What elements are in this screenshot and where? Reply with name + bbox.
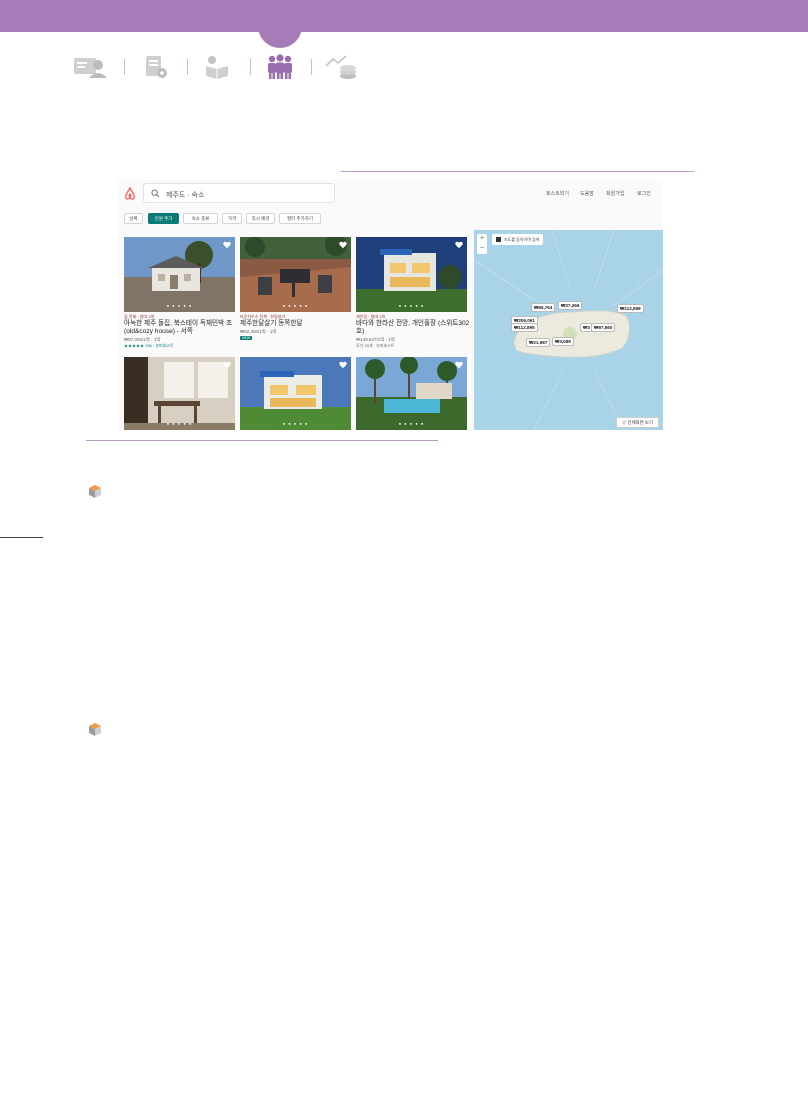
listing-title[interactable]: 아늑한 제주 돌집, 북스테이 독채민박 조(old&cozy house) -…	[124, 320, 242, 336]
new-badge: NEW	[240, 336, 253, 340]
photo-carousel-dots[interactable]: ● ● ● ● ●	[124, 303, 235, 308]
search-bar[interactable]: 제주도 · 숙소	[143, 183, 335, 203]
favorite-heart-icon[interactable]	[339, 361, 347, 369]
chart-coins-icon[interactable]	[324, 54, 360, 80]
favorite-heart-icon[interactable]	[339, 241, 347, 249]
group-people-icon[interactable]	[264, 54, 296, 80]
listing-rating: 후기 29개 · 슈퍼호스트	[356, 343, 395, 348]
stone-house-photo	[124, 237, 235, 312]
person-card-icon[interactable]	[72, 54, 108, 80]
map-panel[interactable]: + − 지도를 움직이며 검색 ₩65,764 ₩37,266 ₩112,898…	[474, 230, 663, 430]
caption-rule-top	[341, 171, 694, 172]
dining-room-photo	[124, 357, 235, 430]
price-pin[interactable]: ₩97,560	[591, 323, 616, 332]
palm-pool-photo	[356, 357, 467, 430]
listing-price: ₩52,300/1박 · 1박	[240, 329, 277, 334]
price-pin[interactable]: ₩112,898	[617, 304, 644, 313]
patio-photo	[240, 237, 351, 312]
villa-garden-photo	[240, 357, 351, 430]
filter-price[interactable]: 가격	[222, 213, 242, 224]
jeju-island-map	[474, 230, 663, 430]
reading-book-icon[interactable]	[202, 54, 232, 80]
favorite-heart-icon[interactable]	[223, 361, 231, 369]
price-pin[interactable]: ₩37,266	[558, 301, 583, 310]
modern-villa-photo	[356, 237, 467, 312]
price-pin[interactable]: ₩21,987	[526, 338, 551, 347]
listing-photo[interactable]: ● ● ● ● ●	[356, 237, 467, 312]
filter-instant[interactable]: 즉시 예약	[246, 213, 275, 224]
nav-separator	[187, 59, 188, 75]
nav-separator	[250, 59, 251, 75]
photo-carousel-dots[interactable]: ● ● ● ● ●	[356, 303, 467, 308]
favorite-heart-icon[interactable]	[455, 361, 463, 369]
zoom-out-button[interactable]: −	[477, 244, 487, 254]
listing-photo[interactable]: ● ● ● ● ●	[356, 357, 467, 430]
nav-separator	[311, 59, 312, 75]
cube-bullet-icon	[89, 485, 101, 498]
listing-photo[interactable]: ● ● ● ● ●	[240, 237, 351, 312]
caption-rule-bottom	[86, 440, 438, 441]
help-link[interactable]: 도움말	[580, 190, 594, 197]
lodging-search-screenshot: 제주도 · 숙소 호스트되기 도움말 회원가입 로그인 날짜 인원 추가 숙소 …	[118, 180, 663, 430]
host-link[interactable]: 호스트되기	[546, 190, 569, 197]
photo-carousel-dots[interactable]: ● ● ● ● ●	[124, 421, 235, 426]
zoom-control[interactable]: + −	[477, 234, 487, 254]
document-pen-icon[interactable]	[142, 54, 170, 80]
filter-type[interactable]: 숙소 종류	[183, 213, 218, 224]
checkbox-checked-icon[interactable]	[496, 237, 501, 243]
active-tab-marker	[258, 14, 302, 48]
fullscreen-map-button[interactable]: ☆ 전체화면 보기	[615, 417, 659, 428]
listing-photo[interactable]: ● ● ● ● ●	[240, 357, 351, 430]
photo-carousel-dots[interactable]: ● ● ● ● ●	[240, 421, 351, 426]
filter-guests[interactable]: 인원 추가	[148, 213, 179, 224]
cube-bullet-icon	[89, 723, 101, 736]
filter-date[interactable]: 날짜	[124, 213, 143, 224]
photo-carousel-dots[interactable]: ● ● ● ● ●	[240, 303, 351, 308]
airbnb-logo-icon	[125, 187, 135, 200]
search-as-move-toggle[interactable]: 지도를 움직이며 검색	[492, 234, 544, 245]
favorite-heart-icon[interactable]	[455, 241, 463, 249]
nav-separator	[124, 59, 125, 75]
signup-link[interactable]: 회원가입	[606, 190, 624, 197]
zoom-in-button[interactable]: +	[477, 234, 487, 244]
search-as-move-label: 지도를 움직이며 검색	[504, 237, 540, 242]
price-pin[interactable]: ₩3,089	[552, 337, 574, 346]
price-pin[interactable]: ₩65,764	[531, 303, 556, 312]
margin-rule	[0, 537, 43, 538]
listing-title[interactable]: 바다와 한라산 전망, 개인풀장 (스위트302호)	[356, 320, 474, 336]
search-input[interactable]: 제주도 · 숙소	[166, 190, 204, 200]
listing-rating: ★★★★★ 156 · 슈퍼호스트	[124, 343, 174, 348]
listing-title[interactable]: 제주한달살기 동쪽한달	[240, 320, 358, 328]
login-link[interactable]: 로그인	[637, 190, 651, 197]
listing-photo[interactable]: ● ● ● ● ●	[124, 357, 235, 430]
filter-more[interactable]: 필터 추가하기	[279, 213, 321, 224]
favorite-heart-icon[interactable]	[223, 241, 231, 249]
search-icon	[151, 189, 160, 198]
header-bar	[0, 0, 808, 32]
listing-photo[interactable]: ● ● ● ● ●	[124, 237, 235, 312]
photo-carousel-dots[interactable]: ● ● ● ● ●	[356, 421, 467, 426]
price-pin[interactable]: ₩112,895	[511, 323, 538, 332]
